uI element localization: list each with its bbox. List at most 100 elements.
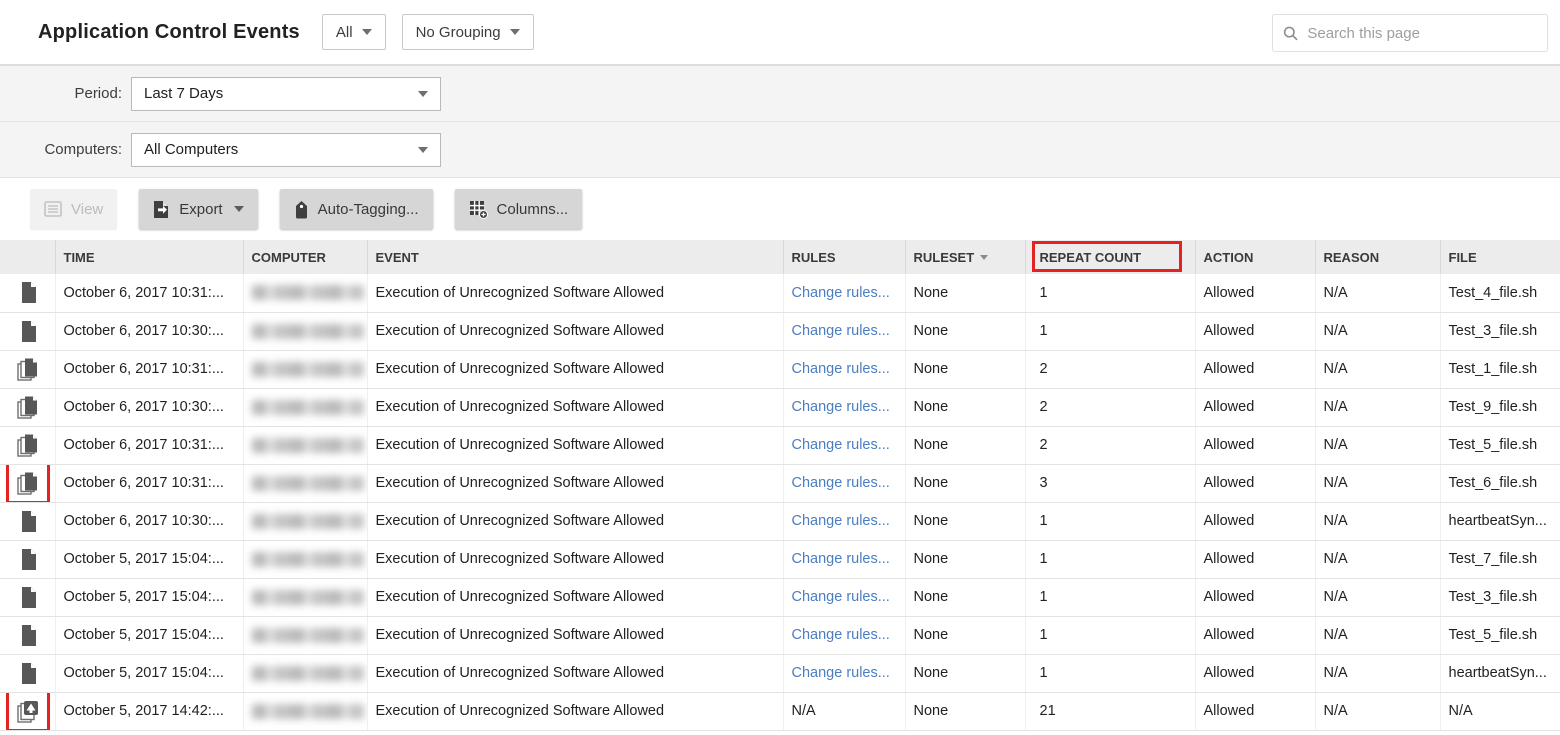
time-cell: October 6, 2017 10:30:...: [55, 312, 243, 350]
event-row[interactable]: October 5, 2017 14:42:...Execution of Un…: [0, 692, 1560, 730]
event-row[interactable]: October 5, 2017 15:04:...Execution of Un…: [0, 578, 1560, 616]
event-row[interactable]: October 5, 2017 15:04:...Execution of Un…: [0, 540, 1560, 578]
reason-cell: N/A: [1315, 654, 1440, 692]
computer-name-redacted: [252, 438, 364, 453]
event-type-cell: [0, 464, 55, 502]
ruleset-cell: None: [905, 388, 1025, 426]
change-rules-link[interactable]: Change rules...: [792, 513, 890, 529]
columns-button[interactable]: Columns...: [455, 189, 583, 229]
chevron-down-icon: [418, 147, 428, 153]
events-table: TIME COMPUTER EVENT RULES RULESET REPEAT…: [0, 240, 1560, 731]
time-cell: October 5, 2017 15:04:...: [55, 654, 243, 692]
export-button-label: Export: [179, 201, 222, 218]
repeat-count-column-header[interactable]: REPEAT COUNT: [1025, 240, 1195, 274]
event-cell: Execution of Unrecognized Software Allow…: [367, 312, 783, 350]
action-cell: Allowed: [1195, 578, 1315, 616]
event-cell: Execution of Unrecognized Software Allow…: [367, 692, 783, 730]
time-cell: October 6, 2017 10:31:...: [55, 274, 243, 312]
event-row[interactable]: October 5, 2017 15:04:... Execution of Un…: [0, 654, 1560, 692]
period-select[interactable]: Last 7 Days: [131, 77, 441, 111]
event-icon-box: [10, 580, 46, 614]
event-icon-highlight-box: [10, 694, 46, 728]
change-rules-link[interactable]: Change rules...: [792, 361, 890, 377]
event-type-cell: [0, 616, 55, 654]
computers-select[interactable]: All Computers: [131, 133, 441, 167]
change-rules-link[interactable]: Change rules...: [792, 437, 890, 453]
repeat-count-cell: 1: [1025, 578, 1195, 616]
event-type-cell: [0, 578, 55, 616]
computer-cell: [243, 578, 367, 616]
change-rules-link[interactable]: Change rules...: [792, 589, 890, 605]
event-cell: Execution of Unrecognized Software Allow…: [367, 654, 783, 692]
chevron-down-icon: [510, 29, 520, 35]
event-column-header[interactable]: EVENT: [367, 240, 783, 274]
computer-column-header[interactable]: COMPUTER: [243, 240, 367, 274]
computer-cell: [243, 426, 367, 464]
event-row[interactable]: October 6, 2017 10:31:...Execution of Un…: [0, 350, 1560, 388]
event-icon-box: [10, 428, 46, 462]
computer-name-redacted: [252, 324, 364, 339]
rules-cell: Change rules...: [783, 350, 905, 388]
grouping-dropdown[interactable]: No Grouping: [402, 14, 534, 50]
rules-cell: Change rules...: [783, 388, 905, 426]
reason-column-header[interactable]: REASON: [1315, 240, 1440, 274]
change-rules-link[interactable]: Change rules...: [792, 285, 890, 301]
rules-column-header[interactable]: RULES: [783, 240, 905, 274]
event-row[interactable]: October 6, 2017 10:30:...Execution of Un…: [0, 502, 1560, 540]
action-cell: Allowed: [1195, 502, 1315, 540]
repeat-count-cell: 2: [1025, 426, 1195, 464]
file-cell: heartbeatSyn...: [1440, 502, 1560, 540]
file-cell: Test_3_file.sh: [1440, 312, 1560, 350]
event-row[interactable]: October 6, 2017 10:31:...Execution of Un…: [0, 426, 1560, 464]
repeat-count-cell: 1: [1025, 654, 1195, 692]
event-cell: Execution of Unrecognized Software Allow…: [367, 578, 783, 616]
view-button: View: [30, 189, 117, 229]
change-rules-link[interactable]: Change rules...: [792, 399, 890, 415]
action-column-header[interactable]: ACTION: [1195, 240, 1315, 274]
ruleset-cell: None: [905, 540, 1025, 578]
repeat-count-cell: 1: [1025, 616, 1195, 654]
event-document-stack-icon: [16, 357, 40, 382]
ruleset-column-header[interactable]: RULESET: [905, 240, 1025, 274]
icon-column-header: [0, 240, 55, 274]
event-row[interactable]: October 6, 2017 10:31:...Execution of Un…: [0, 464, 1560, 502]
file-cell: Test_4_file.sh: [1440, 274, 1560, 312]
change-rules-link[interactable]: Change rules...: [792, 665, 890, 681]
event-type-cell: [0, 388, 55, 426]
computer-name-redacted: [252, 704, 364, 719]
file-cell: Test_7_file.sh: [1440, 540, 1560, 578]
event-document-icon: [19, 624, 38, 647]
change-rules-link[interactable]: Change rules...: [792, 551, 890, 567]
file-column-header[interactable]: FILE: [1440, 240, 1560, 274]
computer-cell: [243, 616, 367, 654]
event-icon-highlight-box: [10, 466, 46, 500]
events-table-body: October 6, 2017 10:31:... Execution of Un…: [0, 274, 1560, 730]
event-row[interactable]: October 5, 2017 15:04:...Execution of Un…: [0, 616, 1560, 654]
time-column-header[interactable]: TIME: [55, 240, 243, 274]
event-row[interactable]: October 6, 2017 10:30:... Execution of Un…: [0, 312, 1560, 350]
event-type-cell: [0, 274, 55, 312]
event-document-icon: [19, 320, 38, 343]
event-row[interactable]: October 6, 2017 10:30:...Execution of Un…: [0, 388, 1560, 426]
ruleset-cell: None: [905, 464, 1025, 502]
change-rules-link[interactable]: Change rules...: [792, 627, 890, 643]
repeat-count-cell: 2: [1025, 350, 1195, 388]
change-rules-link[interactable]: Change rules...: [792, 475, 890, 491]
action-cell: Allowed: [1195, 426, 1315, 464]
repeat-count-cell: 2: [1025, 388, 1195, 426]
computer-name-redacted: [252, 552, 364, 567]
event-type-cell: [0, 426, 55, 464]
change-rules-link[interactable]: Change rules...: [792, 323, 890, 339]
severity-filter-dropdown[interactable]: All: [322, 14, 386, 50]
time-cell: October 6, 2017 10:31:...: [55, 464, 243, 502]
search-input[interactable]: [1307, 25, 1537, 42]
export-button[interactable]: Export: [139, 189, 257, 229]
page-search[interactable]: [1272, 14, 1548, 52]
event-row[interactable]: October 6, 2017 10:31:...Execution of Un…: [0, 274, 1560, 312]
event-type-cell: [0, 692, 55, 730]
severity-filter-value: All: [336, 24, 353, 41]
auto-tagging-button[interactable]: Auto-Tagging...: [280, 189, 433, 229]
ruleset-cell: None: [905, 312, 1025, 350]
event-document-icon: [19, 548, 38, 571]
computer-cell: [243, 540, 367, 578]
